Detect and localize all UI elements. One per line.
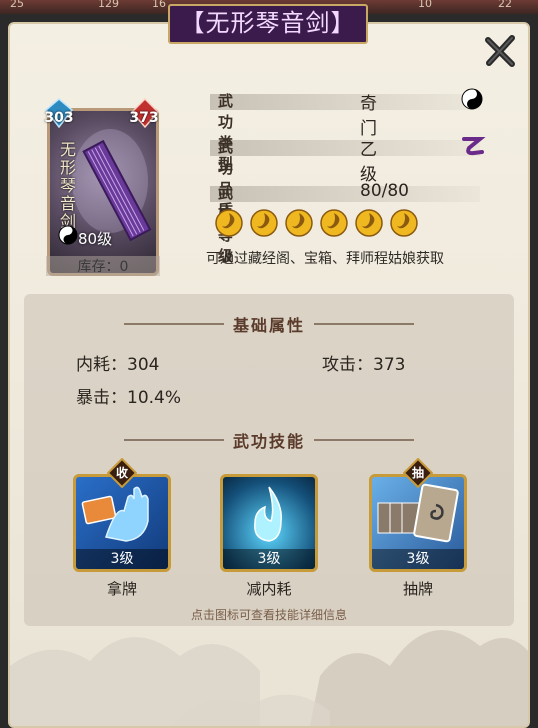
left-gem-value: 303 bbox=[44, 110, 74, 126]
bg-number: 25 bbox=[10, 0, 24, 10]
skill-level: 3级 bbox=[372, 549, 464, 569]
level-value: 80/80 bbox=[360, 181, 409, 201]
bg-number: 129 bbox=[98, 0, 119, 10]
stock-count: 库存：0 bbox=[46, 256, 160, 276]
skills-heading: 武功技能 bbox=[232, 432, 305, 451]
card-vertical-name: 无形琴音剑 bbox=[60, 140, 77, 231]
skills-header: 武功技能 bbox=[24, 428, 514, 452]
gold-star-icon bbox=[215, 209, 243, 237]
weapon-title: 【无形琴音剑】 bbox=[168, 4, 368, 44]
bg-number: 10 bbox=[418, 0, 432, 10]
card-level: 80级 bbox=[78, 230, 113, 248]
bg-number: 16 bbox=[152, 0, 166, 10]
attributes-panel bbox=[24, 294, 514, 626]
quality-value: 乙级 bbox=[360, 140, 377, 185]
skill-card-take-card[interactable]: 3级 bbox=[73, 474, 171, 572]
skill-card-reduce-neihao[interactable]: 3级 bbox=[220, 474, 318, 572]
yin-yang-type-icon bbox=[461, 88, 483, 110]
basic-attributes-heading: 基础属性 bbox=[232, 316, 305, 335]
blue-flame-icon bbox=[254, 486, 282, 542]
gold-star-icon bbox=[320, 209, 348, 237]
basic-attributes-header: 基础属性 bbox=[24, 312, 514, 336]
type-value: 奇门 bbox=[360, 94, 377, 139]
yin-yang-icon bbox=[58, 225, 78, 245]
skill-badge-label: 收 bbox=[115, 466, 128, 480]
skill-hint-text: 点击图标可查看技能详细信息 bbox=[190, 608, 347, 622]
skill-level: 3级 bbox=[223, 549, 315, 569]
crit-stat: 暴击：10.4% bbox=[76, 388, 182, 408]
source-description: 可通过藏经阁、宝箱、拜师程姑娘获取 bbox=[206, 251, 444, 267]
skill-card-draw-card[interactable]: 3级 bbox=[369, 474, 467, 572]
bg-number: 22 bbox=[498, 0, 512, 10]
weapon-card: 无形琴音剑 bbox=[47, 108, 159, 276]
skill-name: 减内耗 bbox=[246, 580, 292, 598]
gold-star-icon bbox=[355, 209, 383, 237]
purple-quality-icon bbox=[462, 137, 486, 156]
skill-badge-label: 抽 bbox=[411, 466, 424, 480]
close-icon[interactable] bbox=[482, 32, 520, 70]
skill-name: 抽牌 bbox=[402, 580, 433, 598]
neihao-stat: 内耗：304 bbox=[76, 355, 160, 375]
skill-level: 3级 bbox=[76, 549, 168, 569]
attack-stat: 攻击：373 bbox=[322, 355, 406, 375]
gold-star-icon bbox=[285, 209, 313, 237]
right-gem-value: 373 bbox=[129, 110, 159, 126]
gold-star-icon bbox=[250, 209, 278, 237]
skill-name: 拿牌 bbox=[106, 580, 137, 598]
gold-star-icon bbox=[390, 209, 418, 237]
